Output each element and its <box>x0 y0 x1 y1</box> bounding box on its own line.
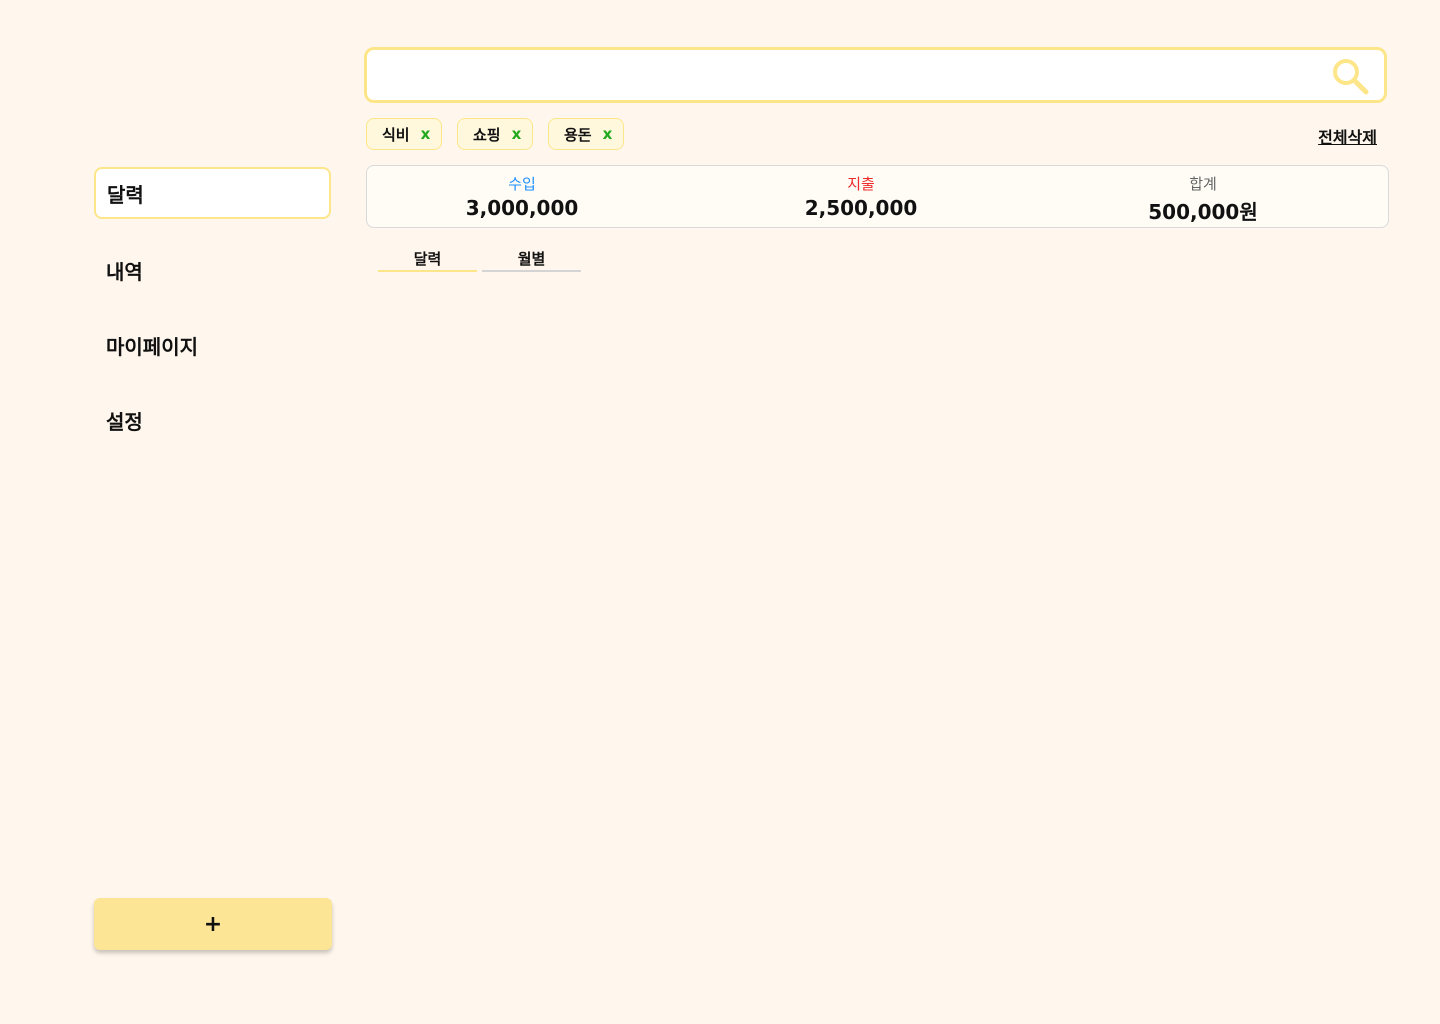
sidebar: 달력 내역 마이페이지 설정 + <box>94 0 332 1024</box>
total-label: 합계 <box>1189 175 1217 193</box>
sidebar-item-label: 설정 <box>106 409 143 434</box>
chip-remove-button[interactable]: x <box>603 125 613 143</box>
filter-chip-label: 용돈 <box>564 125 592 144</box>
filter-chip-label: 식비 <box>382 125 410 144</box>
search-input[interactable] <box>381 50 1315 102</box>
sidebar-item-label: 달력 <box>107 182 144 207</box>
clear-all-filters-link[interactable]: 전체삭제 <box>1318 124 1377 148</box>
expense-summary: 지출 2,500,000 <box>711 166 1011 227</box>
filter-chip: 쇼핑 x <box>457 118 534 150</box>
sidebar-item-calendar[interactable]: 달력 <box>94 167 331 219</box>
sidebar-item-label: 마이페이지 <box>106 334 198 359</box>
sidebar-item-mypage[interactable]: 마이페이지 <box>94 319 331 371</box>
total-summary: 합계 500,000원 <box>1053 166 1353 227</box>
sidebar-item-settings[interactable]: 설정 <box>94 394 331 446</box>
tab-calendar[interactable]: 달력 <box>378 248 477 272</box>
expense-value: 2,500,000 <box>804 196 918 220</box>
chip-remove-button[interactable]: x <box>512 125 522 143</box>
income-value: 3,000,000 <box>465 196 579 220</box>
filter-chip: 용돈 x <box>548 118 625 150</box>
search-bar <box>364 47 1387 103</box>
income-summary: 수입 3,000,000 <box>372 166 672 227</box>
summary-panel: 수입 3,000,000 지출 2,500,000 합계 500,000원 <box>366 165 1389 228</box>
filter-chip-label: 쇼핑 <box>473 125 501 144</box>
total-value: 500,000원 <box>1148 200 1258 224</box>
add-entry-button[interactable]: + <box>94 898 332 950</box>
sidebar-item-history[interactable]: 내역 <box>94 244 331 296</box>
sidebar-item-label: 내역 <box>106 259 143 284</box>
income-label: 수입 <box>508 175 536 193</box>
tab-monthly[interactable]: 월별 <box>482 248 581 272</box>
expense-label: 지출 <box>847 175 875 193</box>
chip-remove-button[interactable]: x <box>421 125 431 143</box>
filter-chip: 식비 x <box>366 118 443 150</box>
search-icon[interactable] <box>1330 56 1370 96</box>
